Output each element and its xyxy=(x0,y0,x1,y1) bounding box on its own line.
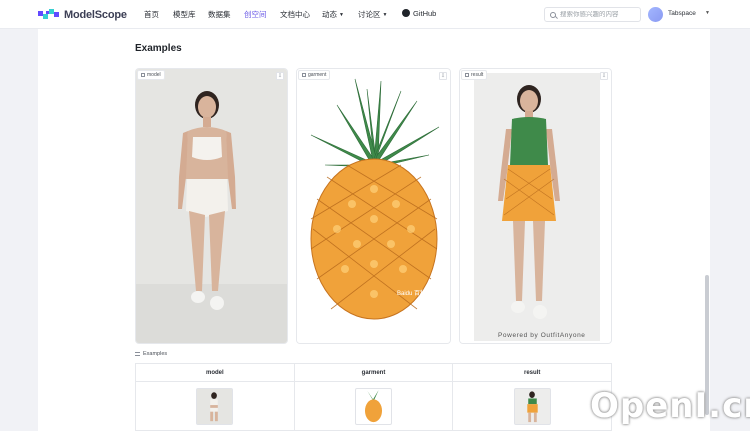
nav-docs[interactable]: 文档中心 xyxy=(280,9,310,20)
nav-github-label: GitHub xyxy=(413,9,437,18)
result-panel[interactable]: result ⇩ Powered by OutfitAnyone xyxy=(459,68,612,344)
result-photo: Powered by OutfitAnyone xyxy=(460,69,611,343)
modelscope-logo[interactable]: ModelScope xyxy=(38,7,127,22)
download-icon[interactable]: ⇩ xyxy=(276,72,284,80)
main-content: Examples model ⇩ garment ⇩ Baidu 百科 resu… xyxy=(38,29,710,431)
garment-overlay-text: Baidu 百科 xyxy=(397,289,426,297)
nav-dynamics[interactable]: 动态 ▼ xyxy=(322,9,344,20)
result-panel-label: result xyxy=(461,70,488,80)
top-nav: ModelScope 首页 模型库 数据集 创空间 文档中心 动态 ▼ 讨论区 ▼ … xyxy=(0,0,750,29)
search-input[interactable] xyxy=(560,11,640,18)
chevron-down-icon[interactable]: ▼ xyxy=(705,10,710,16)
table-cell-model[interactable] xyxy=(136,382,295,430)
model-panel[interactable]: model ⇩ xyxy=(135,68,288,344)
model-panel-label: model xyxy=(137,70,165,80)
image-icon xyxy=(302,73,306,77)
search-icon xyxy=(550,11,556,18)
table-row[interactable] xyxy=(136,382,611,430)
nav-home[interactable]: 首页 xyxy=(144,9,159,20)
column-header-garment: garment xyxy=(295,364,454,381)
table-cell-garment[interactable] xyxy=(295,382,454,430)
nav-discussion-label: 讨论区 xyxy=(358,10,381,19)
list-icon xyxy=(135,352,140,356)
brand-name: ModelScope xyxy=(64,8,127,21)
column-header-result: result xyxy=(524,370,541,376)
table-header: model garment result xyxy=(136,364,611,382)
nav-github[interactable]: GitHub xyxy=(402,9,436,18)
download-icon[interactable]: ⇩ xyxy=(600,72,608,80)
nav-datasets[interactable]: 数据集 xyxy=(208,9,231,20)
image-icon xyxy=(465,73,469,77)
username[interactable]: Tabspace xyxy=(668,10,696,17)
pineapple-image: Baidu 百科 xyxy=(297,69,450,343)
result-label-text: result xyxy=(471,72,484,78)
download-icon[interactable]: ⇩ xyxy=(439,72,447,80)
nav-discussion[interactable]: 讨论区 ▼ xyxy=(358,9,387,20)
watermark: OpenI.cn xyxy=(590,386,750,426)
model-thumbnail xyxy=(196,387,234,425)
examples-table-title-text: Examples xyxy=(143,351,168,357)
nav-studios[interactable]: 创空间 xyxy=(244,9,267,20)
garment-label-text: garment xyxy=(308,72,327,78)
section-title: Examples xyxy=(135,43,182,54)
garment-panel-label: garment xyxy=(298,70,331,80)
result-thumbnail xyxy=(513,387,551,425)
model-photo xyxy=(136,69,287,343)
examples-table: model garment result xyxy=(135,363,612,431)
chevron-down-icon: ▼ xyxy=(339,12,344,18)
model-label-text: model xyxy=(147,72,161,78)
result-caption: Powered by OutfitAnyone xyxy=(498,332,586,339)
nav-models[interactable]: 模型库 xyxy=(173,9,196,20)
column-header-model: model xyxy=(136,364,295,381)
examples-table-title: Examples xyxy=(135,351,167,357)
chevron-down-icon: ▼ xyxy=(382,12,388,18)
nav-dynamics-label: 动态 xyxy=(322,10,337,19)
garment-thumbnail xyxy=(355,387,392,425)
github-icon xyxy=(402,9,410,17)
modelscope-logo-icon xyxy=(38,8,59,19)
search-box[interactable] xyxy=(544,7,641,22)
table-cell-result[interactable] xyxy=(453,382,611,430)
avatar[interactable] xyxy=(648,7,663,22)
image-icon xyxy=(141,73,145,77)
garment-panel[interactable]: garment ⇩ Baidu 百科 xyxy=(296,68,451,344)
